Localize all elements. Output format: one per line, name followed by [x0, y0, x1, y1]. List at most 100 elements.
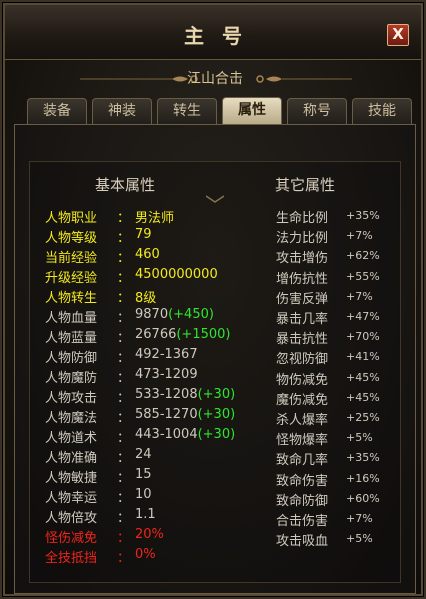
- window-title: 主号: [184, 24, 260, 48]
- attribute-value-text: 8级: [135, 291, 157, 306]
- attribute-label: 人物转生: [45, 291, 98, 306]
- attribute-label: 全技抵挡: [45, 551, 98, 566]
- basic-attribute-row: 人物防御 ： 492-1367: [45, 347, 245, 367]
- attribute-value-text: 585-1270: [135, 407, 198, 422]
- tab-divine-gear[interactable]: 神装: [92, 98, 152, 124]
- tab-rebirth[interactable]: 转生: [157, 98, 217, 124]
- attribute-label: 人物血量: [45, 311, 98, 326]
- attribute-label: 物伤减免: [276, 372, 329, 388]
- basic-attribute-row: 当前经验 ： 460: [45, 247, 245, 267]
- attribute-value: +7%: [346, 512, 373, 525]
- attribute-label: 法力比例: [276, 231, 329, 247]
- other-attribute-row: 生命比例 +35%: [276, 207, 406, 227]
- other-attribute-row: 暴击抗性 +70%: [276, 328, 406, 348]
- other-attribute-row: 攻击吸血 +5%: [276, 530, 406, 550]
- attribute-value: +5%: [346, 431, 373, 445]
- attribute-value: 20%: [135, 527, 164, 542]
- attribute-value: +35%: [346, 209, 380, 222]
- attribute-label: 伤害反弹: [276, 291, 329, 307]
- attribute-label: 暴击几率: [276, 312, 329, 327]
- attribute-value: +62%: [346, 249, 380, 263]
- attribute-bonus: (+30): [197, 387, 236, 402]
- tab-attributes[interactable]: 属性: [222, 97, 282, 124]
- other-attribute-row: 增伤抗性 +55%: [276, 268, 406, 288]
- attribute-value: 男法师: [135, 207, 174, 226]
- attribute-value-text: 9870: [135, 307, 169, 322]
- attribute-label: 魔伤减免: [276, 392, 329, 408]
- attribute-bonus: (+450): [168, 307, 214, 322]
- attribute-label: 合击伤害: [276, 514, 329, 529]
- attribute-label: 致命伤害: [276, 473, 329, 489]
- attribute-value: 24: [135, 447, 152, 462]
- attribute-separator: ：: [117, 251, 131, 266]
- attribute-value-text: 24: [135, 447, 152, 462]
- attribute-separator: ：: [117, 311, 131, 326]
- attribute-value: +47%: [346, 310, 380, 323]
- other-attribute-row: 致命几率 +35%: [276, 449, 406, 469]
- attribute-value-text: 男法师: [135, 211, 175, 226]
- attribute-value: +55%: [346, 269, 380, 283]
- basic-attribute-row: 人物魔法 ： 585-1270(+30): [45, 407, 245, 427]
- other-attributes-header: 其它属性: [275, 176, 336, 194]
- attribute-value-text: 460: [135, 247, 160, 262]
- tab-equipment[interactable]: 装备: [27, 98, 87, 124]
- attribute-label: 人物职业: [45, 211, 98, 226]
- attribute-value-text: 20%: [135, 527, 164, 542]
- basic-attribute-row: 人物等级 ： 79: [45, 227, 245, 247]
- tab-titles[interactable]: 称号: [287, 98, 347, 124]
- other-attribute-row: 攻击增伤 +62%: [276, 247, 406, 267]
- attribute-value-text: 1.1: [135, 507, 156, 522]
- attribute-bonus: (+30): [197, 427, 236, 442]
- attribute-separator: ：: [117, 391, 131, 406]
- attribute-value: 8级: [135, 287, 156, 306]
- attribute-bonus: (+30): [197, 407, 236, 422]
- attribute-label: 暴击抗性: [276, 332, 329, 348]
- other-attribute-row: 物伤减免 +45%: [276, 369, 406, 389]
- attribute-label: 人物蓝量: [45, 331, 98, 346]
- basic-attribute-row: 人物敏捷 ： 15: [45, 467, 245, 487]
- attribute-value-text: 473-1209: [135, 367, 198, 382]
- attribute-separator: ：: [117, 231, 131, 246]
- attribute-label: 致命防御: [276, 493, 329, 509]
- attribute-separator: ：: [117, 551, 131, 566]
- attribute-value-text: 533-1208: [135, 387, 198, 402]
- attribute-separator: ：: [117, 451, 131, 466]
- other-attribute-row: 合击伤害 +7%: [276, 510, 406, 530]
- attribute-label: 人物幸运: [45, 491, 98, 506]
- basic-attribute-row: 人物魔防 ： 473-1209: [45, 367, 245, 387]
- attribute-value: +45%: [346, 370, 380, 384]
- attribute-value: 10: [135, 487, 152, 502]
- attribute-value: 533-1208(+30): [135, 387, 235, 402]
- attribute-value: +7%: [346, 289, 373, 303]
- attribute-value: +25%: [346, 411, 380, 424]
- attribute-label: 人物敏捷: [45, 471, 98, 486]
- other-attribute-row: 怪物爆率 +5%: [276, 429, 406, 449]
- tab-bar: 装备 神装 转生 属性 称号 技能: [27, 97, 417, 124]
- basic-attribute-row: 全技抵挡 ： 0%: [45, 547, 245, 567]
- attribute-value: 460: [135, 247, 160, 262]
- basic-attribute-row: 人物职业 ： 男法师: [45, 207, 245, 227]
- attribute-value: 9870(+450): [135, 307, 214, 322]
- attribute-value: +70%: [346, 330, 380, 344]
- other-attribute-row: 暴击几率 +47%: [276, 308, 406, 328]
- attribute-value-text: 10: [135, 487, 152, 502]
- attribute-value: 585-1270(+30): [135, 407, 235, 422]
- basic-attribute-row: 人物蓝量 ： 26766(+1500): [45, 327, 245, 347]
- attribute-label: 人物魔防: [45, 371, 98, 386]
- tab-skills[interactable]: 技能: [352, 98, 412, 124]
- attribute-label: 生命比例: [276, 211, 329, 226]
- attribute-separator: ：: [117, 371, 131, 386]
- attribute-separator: ：: [117, 271, 131, 286]
- attribute-value-text: 4500000000: [135, 267, 218, 282]
- attribute-value: +35%: [346, 451, 380, 465]
- basic-attribute-row: 人物倍攻 ： 1.1: [45, 507, 245, 527]
- other-attribute-row: 致命伤害 +16%: [276, 470, 406, 490]
- attribute-label: 人物道术: [45, 431, 98, 446]
- attribute-value: +60%: [346, 491, 380, 505]
- attribute-label: 杀人爆率: [276, 413, 329, 428]
- title-bar[interactable]: 主号 X: [5, 5, 421, 60]
- attribute-value-text: 0%: [135, 547, 156, 562]
- server-name: 江山合击: [187, 71, 243, 87]
- close-button[interactable]: X: [387, 24, 409, 46]
- attribute-value: +16%: [346, 471, 380, 485]
